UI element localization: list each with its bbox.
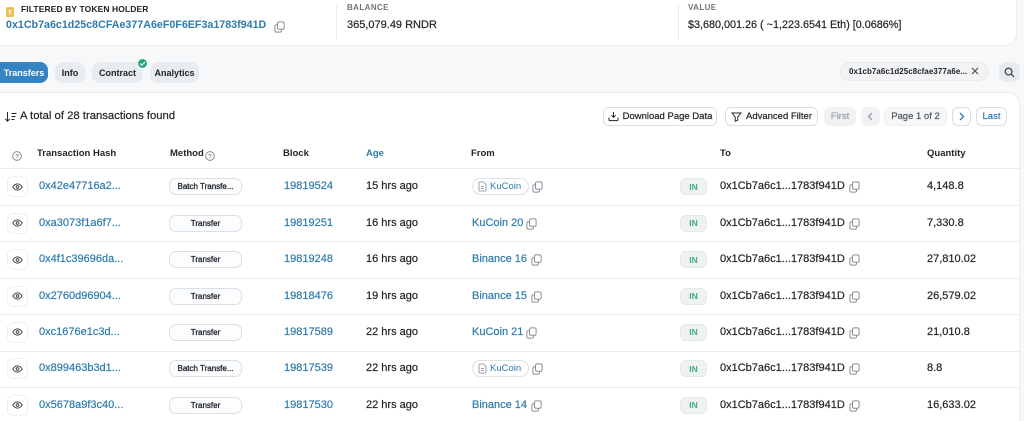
svg-text:?: ?: [15, 153, 19, 160]
svg-text:?: ?: [207, 153, 211, 160]
